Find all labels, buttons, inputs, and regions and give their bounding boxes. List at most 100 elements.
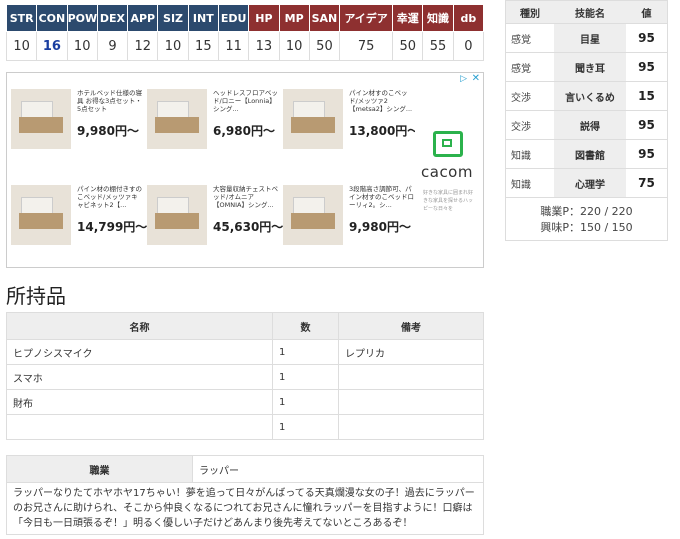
- skill-row: 感覚 目星 95: [506, 23, 667, 53]
- skill-name: 言いくるめ: [554, 81, 626, 111]
- stat-value: 50: [392, 31, 423, 61]
- product-image[interactable]: [283, 185, 343, 245]
- stat-value: 16: [36, 31, 68, 61]
- stat-value: 11: [217, 31, 249, 61]
- close-icon[interactable]: ✕: [472, 73, 480, 84]
- ad-product[interactable]: 大容量収納チェストベッド/オムニア【OMNIA】シング... 45,630円〜: [147, 185, 283, 259]
- skill-value: 95: [626, 110, 667, 140]
- profile-section: 職業 ラッパー ラッパーなりたてホヤホヤ17ちゃい！夢を追って日々がんばってる天…: [6, 455, 484, 535]
- item-name: [6, 414, 273, 440]
- skill-category: 感覚: [506, 52, 554, 82]
- item-qty: 1: [272, 339, 339, 365]
- item-note: [338, 389, 484, 415]
- bed-shape: [19, 117, 63, 133]
- product-title[interactable]: パイン材すのこベッド/メッツァ2【metsa2】シング...: [349, 89, 415, 113]
- bed-shape: [291, 213, 335, 229]
- skill-name: 説得: [554, 110, 626, 140]
- skill-row: 感覚 聞き耳 95: [506, 52, 667, 82]
- item-qty: 1: [272, 364, 339, 390]
- product-price[interactable]: 13,800円〜: [349, 122, 419, 139]
- bed-shape: [155, 117, 199, 133]
- skills-header-value: 値: [626, 1, 667, 24]
- skill-row: 交渉 説得 95: [506, 110, 667, 140]
- stat-value: 10: [278, 31, 310, 61]
- product-price[interactable]: 14,799円〜: [77, 218, 147, 235]
- stat-header: DEX: [96, 4, 129, 32]
- interest-points: 興味P：150 / 150: [540, 221, 633, 234]
- skill-name: 図書館: [554, 139, 626, 169]
- stat-value: 50: [308, 31, 340, 61]
- product-price[interactable]: 6,980円〜: [213, 122, 275, 139]
- stat-header: INT: [187, 4, 219, 32]
- ad-product[interactable]: ホテルベッド仕様の寝具 お得な3点セット・5点セット 9,980円〜: [11, 89, 143, 163]
- stat-header: 幸運: [392, 4, 424, 32]
- ad-product[interactable]: ヘッドレスフロアベッド/ロニー【Lonnia】シング... 6,980円〜: [147, 89, 279, 163]
- ad-product[interactable]: 3段階高さ調節可、パイン材すのこベッドローリィ2。シ... 9,980円〜: [283, 185, 415, 259]
- item-qty: 1: [272, 389, 339, 415]
- stat-value: 13: [248, 31, 280, 61]
- cacom-brand-name: cacom: [421, 163, 473, 181]
- skill-value: 95: [626, 23, 667, 53]
- product-price[interactable]: 45,630円〜: [213, 218, 283, 235]
- cacom-brand-panel[interactable]: cacom 好きな家具に囲まれ好きな家具を探せるハッピーな日々を: [415, 73, 483, 267]
- product-price[interactable]: 9,980円〜: [349, 218, 411, 235]
- ad-product[interactable]: パイン材すのこベッド/メッツァ2【metsa2】シング... 13,800円〜: [283, 89, 419, 163]
- skill-category: 感覚: [506, 23, 554, 53]
- skills-panel: 種別 技能名 値 感覚 目星 95 感覚 聞き耳 95 交渉 言いくるめ 15 交渉 説得 95 知識図…: [505, 0, 668, 241]
- stat-header: SIZ: [157, 4, 189, 32]
- item-name: 財布: [6, 389, 273, 415]
- inventory-header-note: 備考: [338, 312, 484, 340]
- item-note: [338, 414, 484, 440]
- stat-value: 55: [422, 31, 454, 61]
- stats-header-row: STR CON POW DEX APP SIZ INT EDU HP MP SAN アイデア 幸運 知識 d…: [5, 4, 485, 32]
- item-note: [338, 364, 484, 390]
- skill-name: 目星: [554, 23, 626, 53]
- item-name: ヒプノシスマイク: [6, 339, 273, 365]
- product-title[interactable]: パイン材の棚付きすのこベッド/メッツァキャビネット2【...: [77, 185, 143, 209]
- product-image[interactable]: [11, 89, 71, 149]
- inventory-header-qty: 数: [272, 312, 339, 340]
- skill-value: 95: [626, 52, 667, 82]
- skill-name: 心理学: [554, 168, 626, 198]
- skill-value: 75: [626, 168, 667, 198]
- stat-value: 9: [96, 31, 128, 61]
- skill-category: 交渉: [506, 110, 554, 140]
- bed-shape: [19, 213, 63, 229]
- item-name: スマホ: [6, 364, 273, 390]
- stat-header: EDU: [217, 4, 250, 32]
- ad-banner[interactable]: ホテルベッド仕様の寝具 お得な3点セット・5点セット 9,980円〜 ヘッドレスフロ…: [6, 72, 484, 268]
- cacom-tagline: 好きな家具に囲まれ好きな家具を探せるハッピーな日々を: [423, 190, 474, 212]
- skills-header-category: 種別: [506, 1, 554, 24]
- stats-value-row: 10 16 10 9 12 10 15 11 13 10 50 75 50 55 0: [5, 31, 485, 61]
- stat-value: 10: [157, 31, 189, 61]
- skill-row: 知識 図書館 95: [506, 139, 667, 169]
- product-title[interactable]: ヘッドレスフロアベッド/ロニー【Lonnia】シング...: [213, 89, 279, 113]
- skills-header-row: 種別 技能名 値: [506, 1, 667, 24]
- item-note: レプリカ: [338, 339, 484, 365]
- ad-product[interactable]: パイン材の棚付きすのこベッド/メッツァキャビネット2【... 14,799円〜: [11, 185, 147, 259]
- stat-header: アイデア: [339, 4, 394, 32]
- product-image[interactable]: [11, 185, 71, 245]
- adchoices-icon[interactable]: ▷: [460, 74, 467, 84]
- skill-row: 交渉 言いくるめ 15: [506, 81, 667, 111]
- cacom-logo-icon: [433, 131, 463, 157]
- inventory-header-name: 名称: [6, 312, 273, 340]
- bed-shape: [155, 213, 199, 229]
- stat-header: HP: [248, 4, 280, 32]
- bed-shape: [291, 117, 335, 133]
- product-price[interactable]: 9,980円〜: [77, 122, 139, 139]
- product-title[interactable]: 3段階高さ調節可、パイン材すのこベッドローリィ2。シ...: [349, 185, 415, 209]
- stats-table: STR CON POW DEX APP SIZ INT EDU HP MP SAN アイデア 幸運 知識 d…: [5, 4, 485, 61]
- table-row: 1: [6, 414, 484, 440]
- product-image[interactable]: [147, 185, 207, 245]
- product-title[interactable]: 大容量収納チェストベッド/オムニア【OMNIA】シング...: [213, 185, 279, 209]
- skills-header-name: 技能名: [554, 1, 626, 24]
- table-row: スマホ 1: [6, 364, 484, 390]
- table-row: ヒプノシスマイク 1 レプリカ: [6, 339, 484, 365]
- skill-name: 聞き耳: [554, 52, 626, 82]
- skill-category: 交渉: [506, 81, 554, 111]
- product-title[interactable]: ホテルベッド仕様の寝具 お得な3点セット・5点セット: [77, 89, 143, 113]
- stat-header: SAN: [308, 4, 341, 32]
- product-image[interactable]: [283, 89, 343, 149]
- product-image[interactable]: [147, 89, 207, 149]
